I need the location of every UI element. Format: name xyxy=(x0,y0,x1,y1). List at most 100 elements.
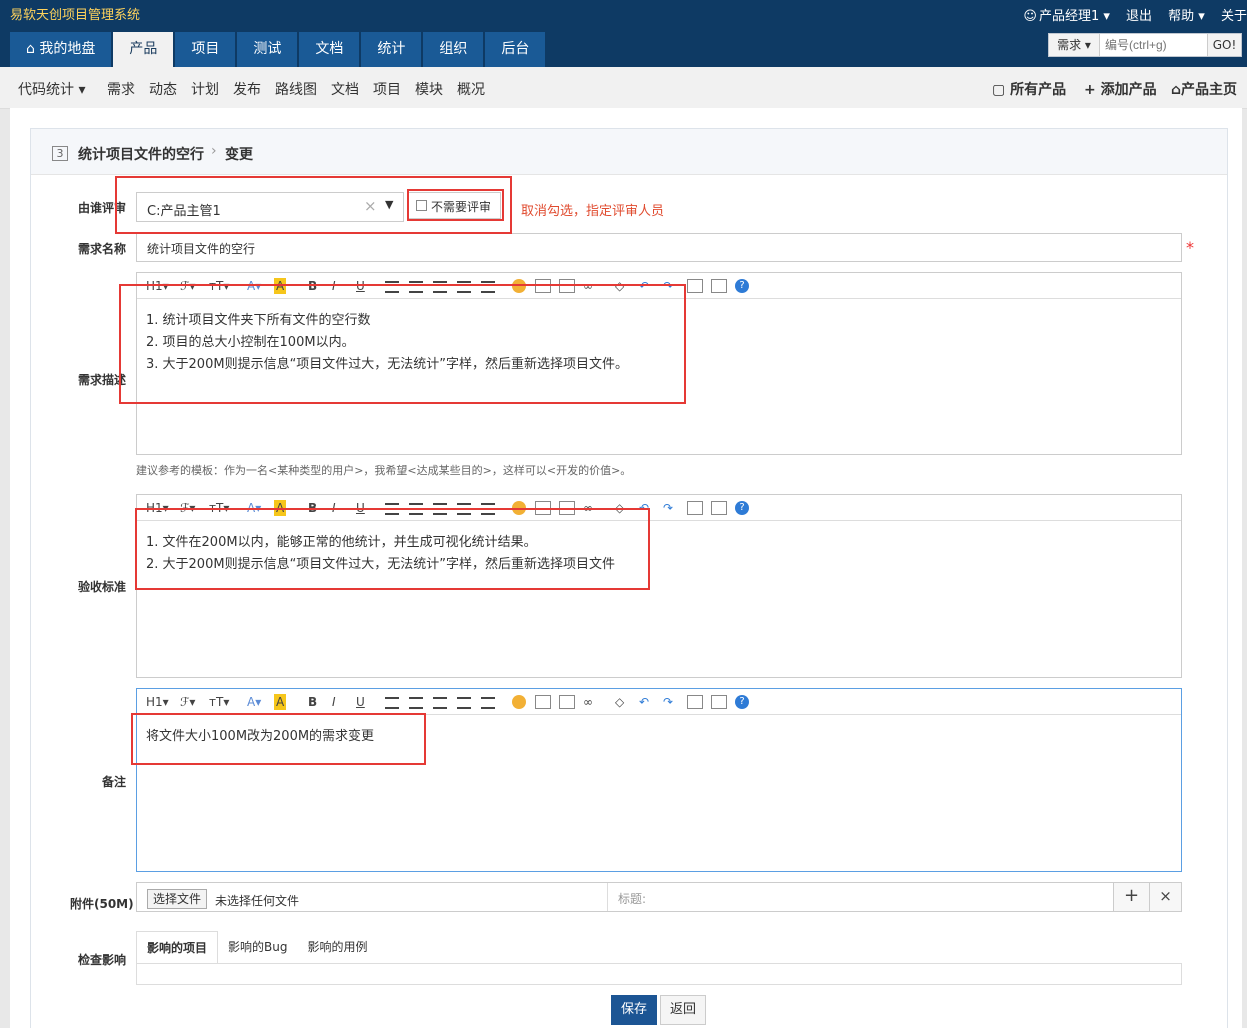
subnav-roadmap[interactable]: 路线图 xyxy=(275,79,317,99)
tab-project[interactable]: 项目 xyxy=(175,32,236,67)
attachment-title-input[interactable]: 标题: xyxy=(607,883,1113,911)
breadcrumb-action: 变更 xyxy=(225,147,253,163)
subnav-code-stats[interactable]: 代码统计 ▾ xyxy=(18,79,85,99)
search-box: 需求 ▾ GO! xyxy=(1048,33,1242,57)
home-icon: ⌂ xyxy=(26,41,40,57)
template-hint: 建议参考的模板：作为一名<某种类型的用户>，我希望<达成某些目的>，这样可以<开… xyxy=(136,464,632,477)
tab-admin[interactable]: 后台 xyxy=(485,32,546,67)
subnav-dynamic[interactable]: 动态 xyxy=(149,79,177,99)
story-name-input[interactable]: 统计项目文件的空行 xyxy=(136,233,1182,262)
sub-nav: 代码统计 ▾ 需求 动态 计划 发布 路线图 文档 项目 模块 概况 ▢ 所有产… xyxy=(0,67,1247,109)
help-icon[interactable]: ? xyxy=(735,501,749,515)
tab-org[interactable]: 组织 xyxy=(423,32,484,67)
top-header: 易软天创项目管理系统 ☺ 产品经理1 ▾ 退出 帮助 ▾ 关于 ⌂ 我的地盘 产品… xyxy=(0,0,1247,67)
align-left-icon[interactable] xyxy=(385,697,399,709)
code-icon[interactable] xyxy=(559,695,575,709)
logout-link[interactable]: 退出 xyxy=(1126,9,1152,24)
fullscreen-icon[interactable] xyxy=(687,501,703,515)
all-products-link[interactable]: ▢ 所有产品 xyxy=(992,79,1066,99)
story-id-badge: 3 xyxy=(52,146,68,161)
annotation-box-desc xyxy=(119,284,686,404)
save-button[interactable]: 保存 xyxy=(611,995,657,1025)
tab-stats[interactable]: 统计 xyxy=(361,32,422,67)
tab-impact-bugs[interactable]: 影响的Bug xyxy=(218,931,297,964)
add-attachment-button[interactable]: + xyxy=(1113,883,1149,911)
search-input[interactable] xyxy=(1101,34,1207,56)
bold-tool[interactable]: B xyxy=(308,693,317,711)
emoji-icon[interactable] xyxy=(512,695,526,709)
attachment-label: 附件(50M) xyxy=(70,897,134,911)
search-go-button[interactable]: GO! xyxy=(1207,34,1241,56)
image-icon[interactable] xyxy=(535,695,551,709)
redo-icon[interactable]: ↷ xyxy=(663,693,673,711)
tab-impact-cases[interactable]: 影响的用例 xyxy=(297,931,377,964)
paste-icon[interactable] xyxy=(711,501,727,515)
product-home-link[interactable]: ⌂产品主页 xyxy=(1171,79,1237,99)
fullscreen-icon[interactable] xyxy=(687,695,703,709)
italic-tool[interactable]: I xyxy=(332,693,336,711)
editor-toolbar: H1▾ ℱ▾ тT▾ A▾ A B I U ∞ ◇ ↶ ↷ ? xyxy=(137,689,1181,715)
help-icon[interactable]: ? xyxy=(735,695,749,709)
redo-icon[interactable]: ↷ xyxy=(663,499,673,517)
subnav-story[interactable]: 需求 xyxy=(107,79,135,99)
tab-impact-projects[interactable]: 影响的项目 xyxy=(136,931,219,964)
annotation-note: 取消勾选，指定评审人员 xyxy=(521,204,665,219)
impact-tabs: 影响的项目 影响的Bug 影响的用例 xyxy=(136,931,378,964)
ordered-list-icon[interactable] xyxy=(457,697,471,709)
tab-product[interactable]: 产品 xyxy=(113,32,174,67)
link-icon[interactable]: ∞ xyxy=(583,693,593,711)
breadcrumb: 3 统计项目文件的空行 › 变更 xyxy=(31,129,1227,175)
underline-tool[interactable]: U xyxy=(356,693,365,711)
font-family-tool[interactable]: ℱ▾ xyxy=(180,693,195,711)
subnav-project[interactable]: 项目 xyxy=(373,79,401,99)
impact-label: 检查影响 xyxy=(78,953,127,967)
about-link[interactable]: 关于 xyxy=(1221,9,1247,24)
story-title[interactable]: 统计项目文件的空行 xyxy=(78,144,204,164)
user-links: ☺ 产品经理1 ▾ 退出 帮助 ▾ 关于 xyxy=(1023,5,1247,24)
tab-doc[interactable]: 文档 xyxy=(299,32,360,67)
bullet-list-icon[interactable] xyxy=(481,697,495,709)
remove-attachment-button[interactable]: × xyxy=(1149,883,1181,911)
subnav-release[interactable]: 发布 xyxy=(233,79,261,99)
attachment-row: 选择文件 未选择任何文件 标题: + × xyxy=(136,882,1182,912)
align-center-icon[interactable] xyxy=(409,697,423,709)
subnav-doc[interactable]: 文档 xyxy=(331,79,359,99)
breadcrumb-separator: › xyxy=(211,143,217,159)
app-title: 易软天创项目管理系统 xyxy=(10,8,141,23)
help-menu[interactable]: 帮助 ▾ xyxy=(1168,9,1205,24)
subnav-module[interactable]: 模块 xyxy=(415,79,443,99)
font-size-tool[interactable]: тT▾ xyxy=(209,693,229,711)
paste-icon[interactable] xyxy=(711,695,727,709)
font-color-tool[interactable]: A▾ xyxy=(247,693,261,711)
plus-icon: + xyxy=(1084,82,1101,98)
user-icon: ☺ xyxy=(1023,9,1037,24)
subnav-plan[interactable]: 计划 xyxy=(191,79,219,99)
required-marker: * xyxy=(1186,238,1194,257)
verify-label: 验收标准 xyxy=(78,580,127,594)
tab-my[interactable]: ⌂ 我的地盘 xyxy=(10,32,112,67)
eraser-icon[interactable]: ◇ xyxy=(615,693,624,711)
back-button[interactable]: 返回 xyxy=(660,995,706,1025)
annotation-box-verify xyxy=(135,508,650,590)
comment-label: 备注 xyxy=(102,775,127,789)
main-nav: ⌂ 我的地盘 产品 项目 测试 文档 统计 组织 后台 xyxy=(10,32,547,67)
undo-icon[interactable]: ↶ xyxy=(639,693,649,711)
user-menu[interactable]: ☺ 产品经理1 ▾ xyxy=(1023,9,1110,24)
add-product-link[interactable]: + 添加产品 xyxy=(1084,79,1157,99)
no-file-text: 未选择任何文件 xyxy=(215,894,300,908)
align-right-icon[interactable] xyxy=(433,697,447,709)
paste-icon[interactable] xyxy=(711,279,727,293)
annotation-box-comment xyxy=(131,713,426,765)
help-icon[interactable]: ? xyxy=(735,279,749,293)
subnav-overview[interactable]: 概况 xyxy=(457,79,485,99)
cube-icon: ▢ xyxy=(992,82,1011,98)
fullscreen-icon[interactable] xyxy=(687,279,703,293)
highlight-tool[interactable]: A xyxy=(274,694,287,710)
home-icon: ⌂ xyxy=(1171,82,1182,98)
choose-file-button[interactable]: 选择文件 xyxy=(147,889,208,909)
story-name-label: 需求名称 xyxy=(78,242,127,256)
tab-test[interactable]: 测试 xyxy=(237,32,298,67)
impact-panel xyxy=(136,963,1182,985)
search-type-select[interactable]: 需求 ▾ xyxy=(1049,34,1100,56)
heading-tool[interactable]: H1▾ xyxy=(146,693,169,711)
